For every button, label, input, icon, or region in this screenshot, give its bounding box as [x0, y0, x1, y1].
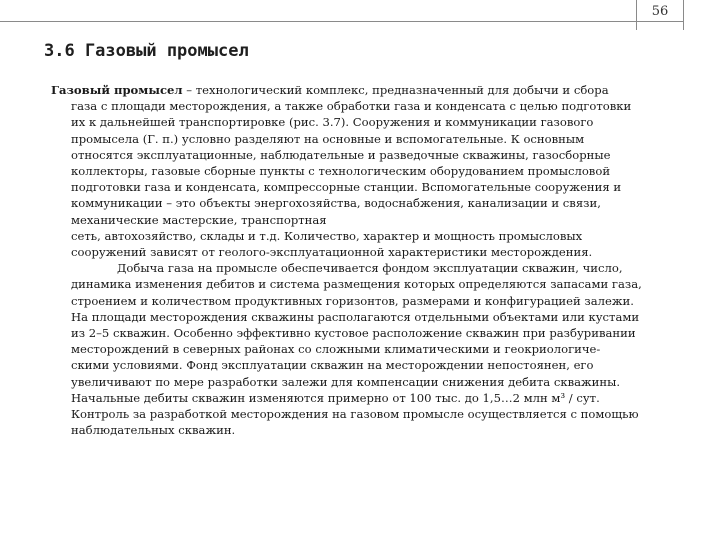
- header-right-divider: [683, 0, 684, 30]
- text-line: Контроль за разработкой месторождения на…: [71, 407, 639, 422]
- text-line: подготовки газа и конденсата, компрессор…: [71, 180, 622, 195]
- text-line: Добыча газа на промысле обеспечивается ф…: [117, 261, 623, 276]
- section-title: 3.6 Газовый промысел: [44, 41, 249, 61]
- text-line: сеть, автохозяйство, склады и т.д. Колич…: [71, 228, 583, 243]
- text-line: газа с площади месторождения, а также об…: [71, 99, 632, 114]
- text-line: из 2–5 скважин. Особенно эффективно куст…: [71, 326, 636, 341]
- text-line: относятся эксплуатационные, наблюдательн…: [71, 147, 611, 162]
- text-line: их к дальнейшей транспортировке (рис. 3.…: [71, 115, 594, 130]
- text-line: месторождений в северных районах со слож…: [71, 342, 601, 357]
- lead-term: Газовый промысел: [51, 83, 183, 97]
- text-line: механические мастерские, транспортная: [71, 212, 327, 227]
- page-header-rule: 56: [0, 0, 720, 30]
- page-number: 56: [651, 4, 669, 19]
- text-line: коллекторы, газовые сборные пункты с тех…: [71, 164, 611, 179]
- header-horizontal-rule: [0, 21, 684, 22]
- text-line: промысела (Г. п.) условно разделяют на о…: [71, 131, 585, 146]
- text-line: Газовый промысел – технологический компл…: [51, 83, 609, 97]
- text-line: наблюдательных скважин.: [71, 423, 236, 438]
- header-left-divider: [636, 0, 637, 30]
- text-line: скими условиями. Фонд эксплуатации скваж…: [71, 358, 594, 373]
- text-line: коммуникации – это объекты энергохозяйст…: [71, 196, 601, 211]
- text-line: Начальные дебиты скважин изменяются прим…: [71, 390, 600, 405]
- text-line: динамика изменения дебитов и система раз…: [71, 277, 642, 292]
- text-line: сооружений зависят от геолого-эксплуатац…: [71, 245, 593, 260]
- body-paragraph: Газовый промысел – технологический компл…: [51, 82, 691, 438]
- text-line: строением и количеством продуктивных гор…: [71, 293, 634, 308]
- text-line: увеличивают по мере разработки залежи дл…: [71, 374, 621, 389]
- text-line: На площади месторождения скважины распол…: [71, 309, 640, 324]
